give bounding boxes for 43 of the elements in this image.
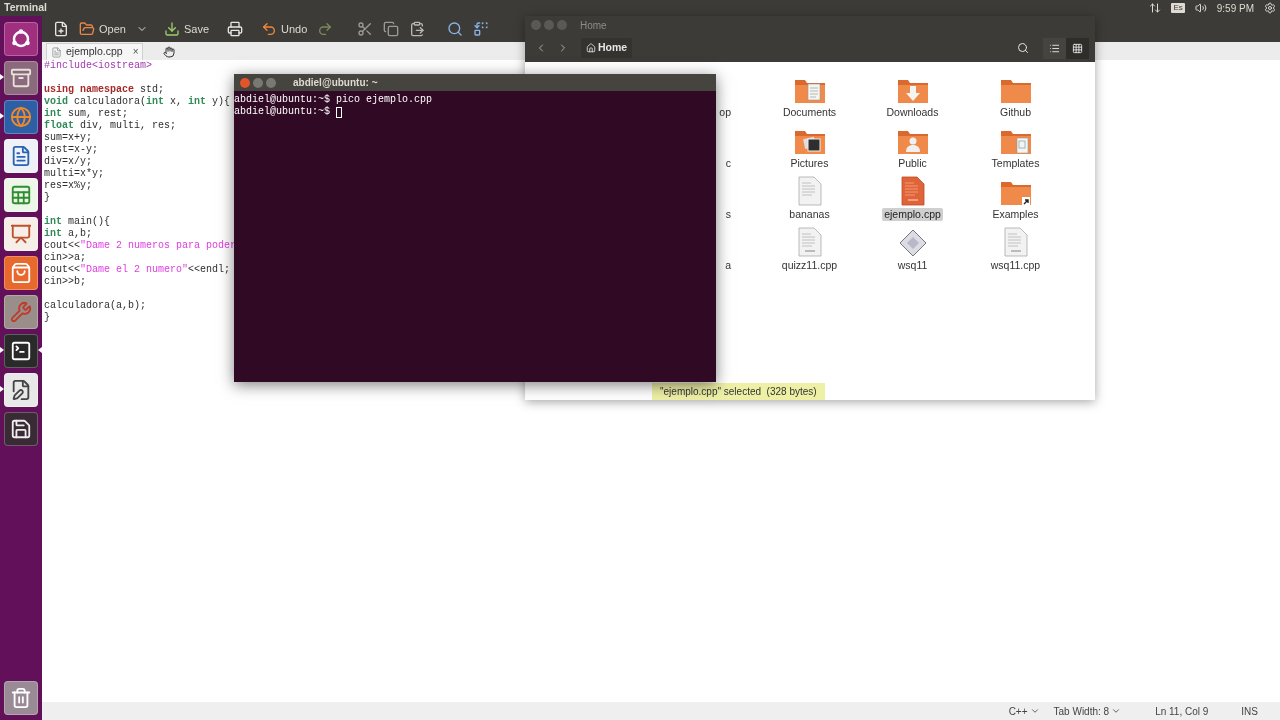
code-line: cout<<"Dame el 2 numero"<<endl; xyxy=(44,264,231,276)
file-label: Github xyxy=(998,106,1033,119)
file-label: c xyxy=(725,157,731,170)
code-line: } xyxy=(44,192,50,204)
file-label: Templates xyxy=(989,157,1042,170)
file-label: ejemplo.cpp xyxy=(882,208,943,221)
code-line: #include<iostream> xyxy=(44,60,153,72)
file-label: wsq11.cpp xyxy=(988,259,1043,272)
code-line: res=x%y; xyxy=(44,180,92,192)
code-line: int sum, rest; xyxy=(44,108,129,120)
window-title: Home xyxy=(580,18,607,33)
file-label: s xyxy=(725,208,731,221)
code-line: cin>>a; xyxy=(44,252,86,264)
file-label: quizz11.cpp xyxy=(779,259,840,272)
code-line: void calculadora(int x, int y){ xyxy=(44,96,231,108)
terminal-line: abdiel@ubuntu:~$ pico ejemplo.cpp xyxy=(234,94,433,106)
terminal-line: abdiel@ubuntu:~$ xyxy=(234,106,331,118)
file-label: Documents xyxy=(780,106,839,119)
window-title: abdiel@ubuntu: ~ xyxy=(293,76,378,90)
code-line: } xyxy=(44,312,50,324)
file-label: Public xyxy=(896,157,929,170)
file-label: op xyxy=(719,106,731,119)
code-line: using namespace std; xyxy=(44,84,165,96)
code-line: calculadora(a,b); xyxy=(44,300,147,312)
code-line: cin>>b; xyxy=(44,276,86,288)
file-label: a xyxy=(725,259,731,272)
file-label: Downloads xyxy=(884,106,941,119)
file-label: wsq11 xyxy=(895,259,930,272)
code-line: int main(){ xyxy=(44,216,111,228)
code-line: sum=x+y; xyxy=(44,132,92,144)
code-line: cout<<"Dame 2 numeros para poder xyxy=(44,240,237,252)
file-label: Pictures xyxy=(788,157,831,170)
code-line: int a,b; xyxy=(44,228,93,240)
code-line: multi=x*y; xyxy=(44,168,104,180)
file-label: Examples xyxy=(990,208,1041,221)
code-line: rest=x-y; xyxy=(44,144,98,156)
code-line: float div, multi, res; xyxy=(44,120,177,132)
selection-status: "ejemplo.cpp" selected (328 bytes) xyxy=(652,383,825,400)
app-title: Terminal xyxy=(4,0,47,16)
insert-mode: INS xyxy=(1241,704,1258,719)
cursor-position: Ln 11, Col 9 xyxy=(1155,704,1209,719)
file-label: bananas xyxy=(787,208,832,221)
code-line: div=x/y; xyxy=(44,156,92,168)
